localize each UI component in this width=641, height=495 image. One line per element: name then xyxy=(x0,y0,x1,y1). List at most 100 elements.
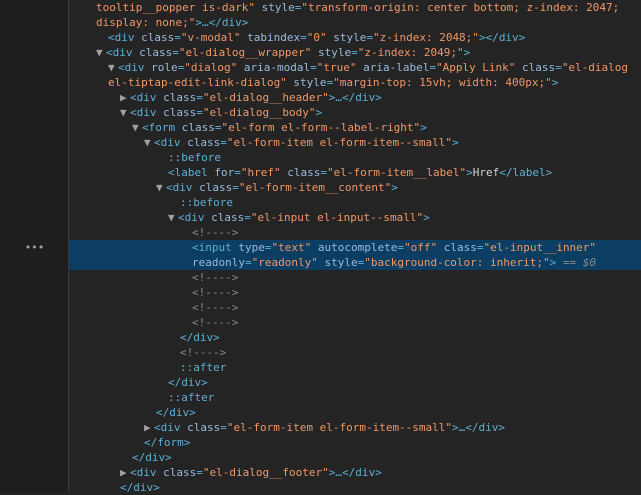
dom-node-line[interactable]: <label for="href" class="el-form-item__l… xyxy=(69,165,641,180)
dom-node-line[interactable]: ::before xyxy=(69,195,641,210)
attr-name: aria-label xyxy=(356,61,430,74)
collapse-triangle-icon[interactable]: ▶ xyxy=(120,90,130,105)
attr-value: display: none;" xyxy=(96,16,196,29)
dom-node-line[interactable]: <!----> xyxy=(69,225,641,240)
dom-node-line[interactable]: </div> xyxy=(69,480,641,495)
attr-name: class xyxy=(437,241,477,254)
dom-node-line[interactable]: </div> xyxy=(69,405,641,420)
pseudo-element: ::before xyxy=(180,196,233,209)
tag-name: div xyxy=(355,466,376,479)
eq: = xyxy=(196,466,203,479)
attr-name: style xyxy=(326,31,367,44)
attr-value: "transform-origin: center bottom; z-inde… xyxy=(301,1,620,14)
dom-node-line[interactable]: </div> xyxy=(69,450,641,465)
selected-dom-node-line[interactable]: <input type="text" autocomplete="off" cl… xyxy=(69,240,641,255)
attr-value: "text" xyxy=(271,241,312,254)
attr-value: "el-form-item__label" xyxy=(327,166,467,179)
dom-node-line[interactable]: <div class="v-modal" tabindex="0" style=… xyxy=(69,30,641,45)
dom-node-line[interactable]: ▼ <form class="el-form el-form--label-rig… xyxy=(69,120,641,135)
eq: = xyxy=(300,31,307,44)
eq: = xyxy=(234,166,241,179)
eq: = xyxy=(397,241,404,254)
expand-triangle-icon[interactable]: ▼ xyxy=(108,60,118,75)
punc: > xyxy=(241,16,249,29)
attr-value: "dialog" xyxy=(184,61,238,74)
dom-node-line[interactable]: </form> xyxy=(69,435,641,450)
expand-triangle-icon[interactable]: ▼ xyxy=(144,135,154,150)
eq: = xyxy=(214,121,222,134)
eq: = xyxy=(351,46,358,59)
eq: = xyxy=(172,46,179,59)
dom-node-line[interactable]: ▼ <div class="el-dialog__wrapper" style="… xyxy=(69,45,641,60)
eq: = xyxy=(320,166,327,179)
dom-node-line[interactable]: ▶ <div class="el-dialog__footer">…</div> xyxy=(69,465,641,480)
punc: < xyxy=(130,466,137,479)
dom-tree: tooltip__popper is-dark" style = "transfor… xyxy=(69,0,641,495)
punc: > xyxy=(463,46,471,59)
collapse-triangle-icon[interactable]: ▶ xyxy=(120,465,130,480)
attr-value: "el-dialog__wrapper" xyxy=(178,46,312,59)
dom-node-line[interactable]: ▼ <div class="el-form-item el-form-item--… xyxy=(69,135,641,150)
attr-name: class xyxy=(134,31,175,44)
dom-node-line[interactable]: tooltip__popper is-dark" style="transfor… xyxy=(69,0,641,15)
dom-node-line[interactable]: display: none;">…</div> xyxy=(69,15,641,30)
dom-node-line[interactable]: </div> xyxy=(69,330,641,345)
dom-node-line[interactable]: </div> xyxy=(69,375,641,390)
attr-name: aria-modal xyxy=(237,61,311,74)
eq: = xyxy=(232,181,239,194)
dom-node-line[interactable]: ▼ <div class="el-dialog__body"> xyxy=(69,105,641,120)
dom-node-line[interactable]: ::after xyxy=(69,390,641,405)
dom-node-line[interactable]: ▼ <div class="el-form-item__content"> xyxy=(69,180,641,195)
pseudo-element: ::before xyxy=(168,151,221,164)
tag-name: div xyxy=(169,406,190,419)
dom-node-line[interactable]: <!----> xyxy=(69,270,641,285)
tag-name: label xyxy=(174,166,208,179)
expand-triangle-icon[interactable]: ▼ xyxy=(120,105,130,120)
expand-triangle-icon[interactable]: ▼ xyxy=(156,180,166,195)
dom-node-line[interactable]: ▶ <div class="el-form-item el-form-item--… xyxy=(69,420,641,435)
attr-value: "el-dialog__footer" xyxy=(202,466,329,479)
collapse-triangle-icon[interactable]: ▶ xyxy=(144,420,154,435)
tag-name: div xyxy=(355,91,376,104)
attr-name: class xyxy=(204,211,245,224)
comment-node: <!----> xyxy=(192,286,239,299)
attr-name: type xyxy=(231,241,265,254)
pseudo-element: ::after xyxy=(180,361,227,374)
punc: > xyxy=(153,481,160,494)
expand-triangle-icon[interactable]: ▼ xyxy=(132,120,142,135)
dom-node-line[interactable]: ▶ <div class="el-dialog__header">…</div> xyxy=(69,90,641,105)
attr-value: "el-dialog__header" xyxy=(202,91,329,104)
attr-value: "href" xyxy=(240,166,281,179)
dom-node-line[interactable]: <!----> xyxy=(69,300,641,315)
devtools-elements-panel: ••• tooltip__popper is-dark" style = "tran… xyxy=(0,0,641,495)
attr-name: class xyxy=(180,136,221,149)
dom-node-line[interactable]: ▼ <div class="el-input el-input--small"> xyxy=(69,210,641,225)
selected-dom-node-line[interactable]: readonly="readonly" style="background-co… xyxy=(69,255,641,270)
attr-name: role xyxy=(144,61,178,74)
attr-name: class xyxy=(180,421,221,434)
punc: > xyxy=(183,436,191,449)
tag-name: input xyxy=(198,241,232,254)
attr-value: "off" xyxy=(403,241,438,254)
dom-node-line[interactable]: <!----> xyxy=(69,345,641,360)
punc: > xyxy=(498,421,506,434)
attr-value: el-tiptap-edit-link-dialog" xyxy=(108,76,287,89)
attr-value: "background-color: inherit;" xyxy=(364,256,550,269)
expand-triangle-icon[interactable]: ▼ xyxy=(96,45,106,60)
dom-node-line[interactable]: <!----> xyxy=(69,315,641,330)
dom-node-line[interactable]: <!----> xyxy=(69,285,641,300)
expand-triangle-icon[interactable]: ▼ xyxy=(168,210,178,225)
tag-name: div xyxy=(145,451,166,464)
punc: < xyxy=(108,31,115,44)
attr-value: "el-form el-form--label-right" xyxy=(221,121,421,134)
dom-node-line[interactable]: el-tiptap-edit-link-dialog" style="margi… xyxy=(69,75,641,90)
dom-node-line[interactable]: ::before xyxy=(69,150,641,165)
dom-node-line[interactable]: ::after xyxy=(69,360,641,375)
tag-name: div xyxy=(136,106,157,119)
punc: >…</ xyxy=(452,421,479,434)
comment-node: <!----> xyxy=(192,316,239,329)
punc: </ xyxy=(144,436,158,449)
selection-more-icon[interactable]: ••• xyxy=(0,240,69,255)
dom-node-line[interactable]: ▼ <div role="dialog" aria-modal="true" ar… xyxy=(69,60,641,75)
attr-value: tooltip__popper is-dark" xyxy=(96,1,255,14)
